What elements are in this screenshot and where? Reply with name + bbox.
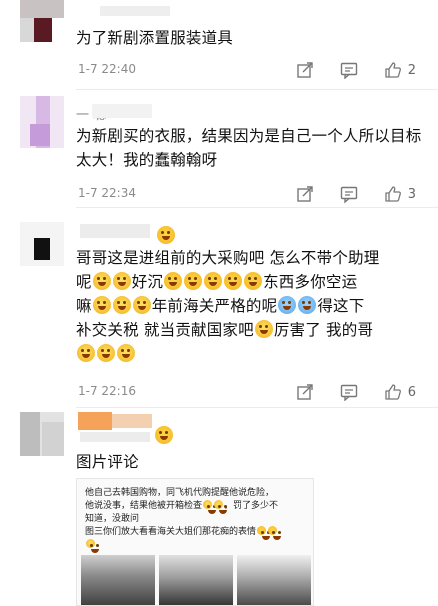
image-comment-label: 图片评论 bbox=[76, 453, 139, 471]
avatar[interactable] bbox=[20, 222, 64, 266]
comment-actions: 6 bbox=[271, 382, 416, 402]
comment-item: 图片评论 他自己去韩国购物，同飞机代购提醒他说危险， 他说没事，结果他被开箱检查… bbox=[0, 408, 438, 606]
username-blur bbox=[112, 414, 152, 428]
text-segment: 好沉 bbox=[131, 273, 164, 291]
laugh-cry-emoji-icon bbox=[254, 320, 273, 338]
grin-emoji-icon bbox=[268, 526, 282, 540]
card-line: 图三你们放大看看海关大姐们那花痴的表情 bbox=[85, 526, 307, 540]
text-segment: 呢 bbox=[76, 273, 92, 291]
laugh-cry-emoji-icon bbox=[86, 539, 99, 553]
text-segment: 嘛 bbox=[76, 297, 92, 315]
username-blur bbox=[80, 432, 150, 442]
laugh-cry-emoji-icon bbox=[117, 344, 135, 362]
speechless-emoji-icon bbox=[298, 296, 317, 314]
card-segment: 他说没事，结果他被开箱检查 bbox=[85, 501, 203, 511]
thumb-up-icon[interactable] bbox=[383, 383, 403, 401]
text-segment: 得这下 bbox=[317, 297, 365, 315]
thumb-up-icon[interactable] bbox=[383, 185, 403, 203]
crown-emoji-icon bbox=[157, 226, 175, 244]
text-segment: 年前海关严格的呢 bbox=[151, 297, 278, 315]
comment-item: 哥哥这是进组前的大采购吧 怎么不带个助理 呢 好沉 东西多你空运 嘛 年前海关严格的呢… bbox=[0, 208, 438, 408]
card-segment: ，罚了多少不 bbox=[224, 501, 279, 511]
photo-thumbnail[interactable] bbox=[81, 555, 155, 605]
image-comment-card[interactable]: 他自己去韩国购物，同飞机代购提醒他说危险， 他说没事，结果他被开箱检查 ，罚了多少… bbox=[76, 478, 314, 606]
laugh-cry-emoji-icon bbox=[92, 296, 111, 314]
comment-text: 为新剧买的衣服，结果因为是自己一个人所以目标太大！我的蠢翰翰呀 bbox=[76, 127, 422, 169]
comment-icon[interactable] bbox=[339, 185, 359, 203]
card-line: 他自己去韩国购物，同飞机代购提醒他说危险， bbox=[85, 488, 275, 498]
card-line: 知道，没敢问 bbox=[85, 514, 140, 524]
share-icon[interactable] bbox=[295, 185, 315, 203]
like-count: 2 bbox=[407, 62, 416, 78]
grin-emoji-icon bbox=[164, 272, 183, 290]
laugh-cry-emoji-icon bbox=[77, 344, 95, 362]
grin-emoji-icon bbox=[244, 272, 263, 290]
comment-line: 嘛 年前海关严格的呢 得这下 bbox=[76, 294, 426, 318]
comment-icon[interactable] bbox=[339, 383, 359, 401]
comment-text: 为了新剧添置服装道具 bbox=[76, 29, 234, 47]
laugh-cry-emoji-icon bbox=[112, 272, 131, 290]
like-count: 3 bbox=[407, 186, 416, 202]
share-icon[interactable] bbox=[295, 383, 315, 401]
comment-actions: 3 bbox=[271, 184, 416, 204]
avatar[interactable] bbox=[20, 96, 64, 148]
grin-emoji-icon bbox=[224, 272, 243, 290]
laugh-cry-emoji-icon bbox=[112, 296, 131, 314]
timestamp: 1-7 22:34 bbox=[78, 186, 136, 200]
text-segment: 补交关税 就当贡献国家吧 bbox=[76, 321, 254, 339]
comment-actions: 2 bbox=[271, 60, 416, 80]
card-line bbox=[85, 539, 307, 553]
comment-item: 为了新剧添置服装道具 1-7 22:40 2 bbox=[0, 0, 438, 90]
laugh-cry-emoji-icon bbox=[132, 296, 151, 314]
username-blur bbox=[100, 6, 170, 16]
text-segment: 厉害了 我的哥 bbox=[273, 321, 374, 339]
image-card-text: 他自己去韩国购物，同飞机代购提醒他说危险， 他说没事，结果他被开箱检查 ，罚了多少… bbox=[85, 487, 307, 553]
avatar[interactable] bbox=[20, 412, 64, 456]
like-count: 6 bbox=[407, 384, 416, 400]
grin-emoji-icon bbox=[257, 526, 271, 540]
text-segment: 东西多你空运 bbox=[263, 273, 358, 291]
timestamp: 1-7 22:40 bbox=[78, 62, 136, 76]
laugh-cry-emoji-icon bbox=[92, 272, 111, 290]
card-segment: 图三你们放大看看海关大姐们那花痴的表情 bbox=[85, 527, 257, 537]
username-blur bbox=[92, 104, 152, 118]
username-blur bbox=[78, 412, 112, 430]
comment-line bbox=[76, 342, 426, 366]
comment-icon[interactable] bbox=[339, 61, 359, 79]
avatar[interactable] bbox=[20, 0, 64, 44]
grin-emoji-icon bbox=[184, 272, 203, 290]
thumb-up-icon[interactable] bbox=[383, 61, 403, 79]
comment-line: 哥哥这是进组前的大采购吧 怎么不带个助理 bbox=[76, 249, 380, 267]
grin-emoji-icon bbox=[204, 272, 223, 290]
speechless-emoji-icon bbox=[278, 296, 297, 314]
share-icon[interactable] bbox=[295, 61, 315, 79]
card-line: 他说没事，结果他被开箱检查 ，罚了多少不 bbox=[85, 500, 307, 514]
photo-thumbnail[interactable] bbox=[237, 555, 311, 605]
comment-line: 呢 好沉 东西多你空运 bbox=[76, 270, 426, 294]
crown-emoji-icon bbox=[155, 426, 173, 444]
laugh-cry-emoji-icon bbox=[97, 344, 115, 362]
comment-item: 一 聪 为新剧买的衣服，结果因为是自己一个人所以目标太大！我的蠢翰翰呀 1-7 … bbox=[0, 90, 438, 208]
laugh-cry-emoji-icon bbox=[203, 500, 217, 514]
photo-thumbnail[interactable] bbox=[159, 555, 233, 605]
laugh-cry-emoji-icon bbox=[214, 500, 228, 514]
comment-line: 补交关税 就当贡献国家吧 厉害了 我的哥 bbox=[76, 318, 426, 342]
username-blur bbox=[80, 224, 150, 238]
comment-text: 哥哥这是进组前的大采购吧 怎么不带个助理 呢 好沉 东西多你空运 嘛 年前海关严格的呢… bbox=[76, 246, 426, 366]
timestamp: 1-7 22:16 bbox=[78, 384, 136, 398]
